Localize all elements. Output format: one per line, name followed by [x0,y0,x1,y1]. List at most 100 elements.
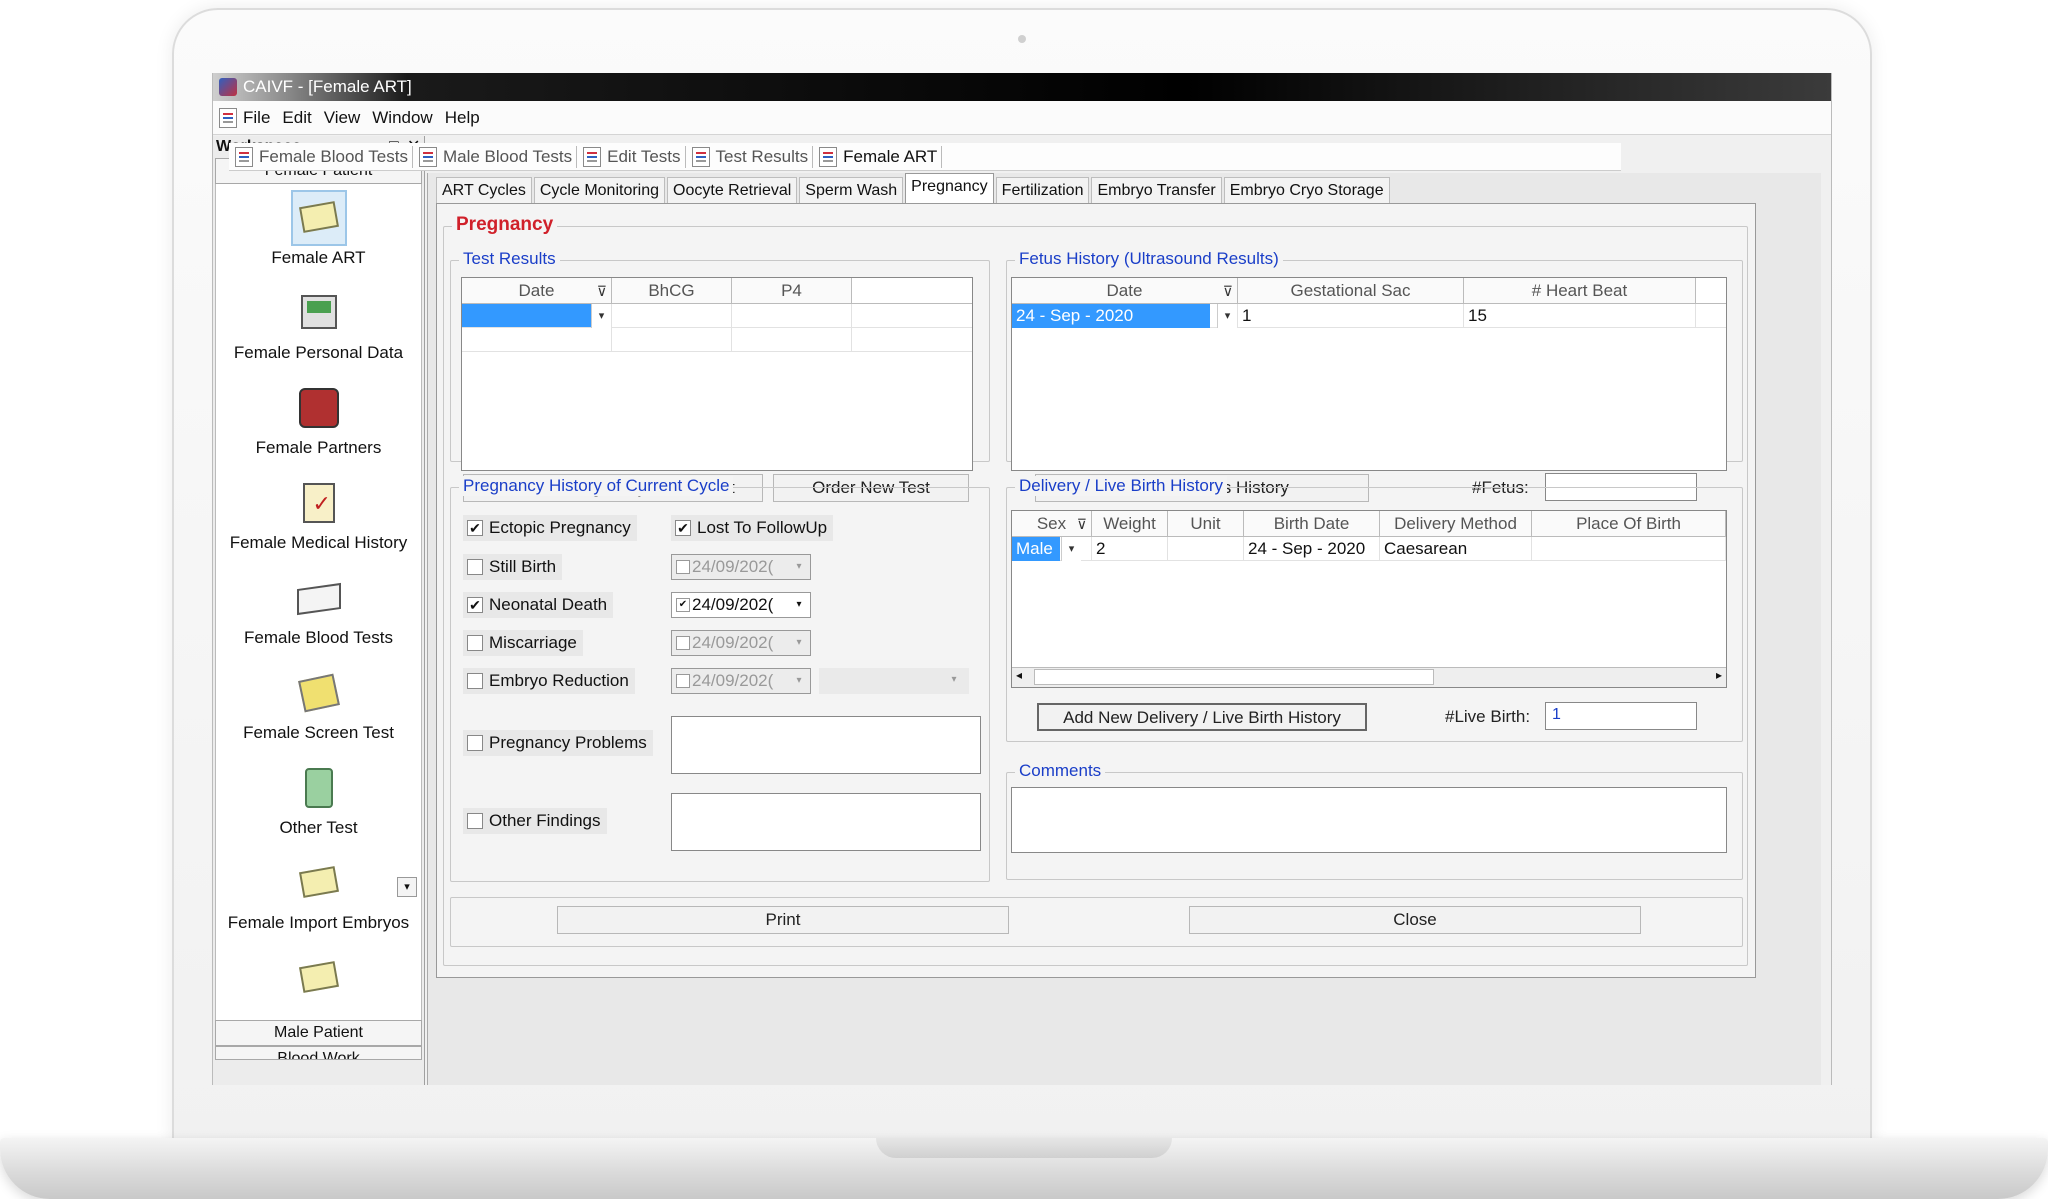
chevron-down-icon[interactable]: ▾ [790,672,808,690]
miscarriage-date-picker[interactable]: 24/09/202( ▾ [671,630,811,656]
module-test-results[interactable]: Test Results [686,145,814,168]
other-findings-input[interactable] [671,793,981,851]
embryo-reduction-checkbox[interactable]: Embryo Reduction [463,668,635,694]
tab-cycle-monitoring[interactable]: Cycle Monitoring [533,177,666,203]
workspace-item-partial[interactable] [216,944,421,1020]
group-male-patient[interactable]: Male Patient [215,1020,422,1046]
column-bhcg[interactable]: BhCG [612,278,732,303]
still-birth-date-picker[interactable]: 24/09/202( ▾ [671,554,811,580]
heart-beat-cell[interactable]: 15 [1464,304,1696,327]
date-cell[interactable]: ▾ [462,304,612,328]
menu-help[interactable]: Help [445,108,480,128]
chevron-down-icon[interactable]: ▾ [1217,304,1237,328]
column-delivery-method[interactable]: Delivery Method [1380,511,1532,536]
workspace-item-female-art[interactable]: Female ART [216,184,421,279]
tab-sperm-wash[interactable]: Sperm Wash [799,177,904,203]
column-birth-date[interactable]: Birth Date [1244,511,1380,536]
checkbox-icon[interactable] [676,636,690,650]
chevron-down-icon[interactable]: ▾ [790,634,808,652]
column-heart-beat[interactable]: # Heart Beat [1464,278,1696,303]
workspace-item-other-test[interactable]: Other Test [216,754,421,849]
delivery-grid[interactable]: Sex ⊽ Weight Unit Birth Date Delivery Me… [1011,510,1727,688]
delivery-method-cell[interactable]: Caesarean [1380,537,1532,560]
module-edit-tests[interactable]: Edit Tests [577,145,686,168]
menu-file[interactable]: File [243,108,270,128]
filter-icon[interactable]: ⊽ [1077,511,1087,537]
table-row[interactable]: 24 - Sep - 2020 ▾ 1 15 [1012,304,1726,328]
checkbox-icon[interactable]: ✔ [467,597,483,613]
gestational-sac-cell[interactable]: 1 [1238,304,1464,327]
sex-cell[interactable]: Male ▾ [1012,537,1092,561]
tab-embryo-transfer[interactable]: Embryo Transfer [1091,177,1222,203]
menu-window[interactable]: Window [372,108,432,128]
pregnancy-problems-checkbox[interactable]: Pregnancy Problems [463,730,653,756]
embryo-reduction-date-picker[interactable]: 24/09/202( ▾ [671,668,811,694]
scroll-right-icon[interactable]: ▸ [1716,668,1722,682]
module-female-art[interactable]: Female ART [813,145,943,168]
birth-date-cell[interactable]: 24 - Sep - 2020 [1244,537,1380,560]
embryo-reduction-count-select[interactable]: ▾ [819,668,969,694]
column-place-of-birth[interactable]: Place Of Birth [1532,511,1726,536]
window-titlebar[interactable]: CAIVF - [Female ART] [213,73,1831,101]
checkbox-icon[interactable] [467,635,483,651]
chevron-down-icon[interactable]: ▾ [790,596,808,614]
workspace-item-female-medical-history[interactable]: Female Medical History [216,469,421,564]
filter-icon[interactable]: ⊽ [1223,278,1233,304]
scroll-down-icon[interactable]: ▾ [397,877,417,897]
workspace-item-female-personal-data[interactable]: Female Personal Data [216,279,421,374]
column-unit[interactable]: Unit [1168,511,1244,536]
menu-edit[interactable]: Edit [282,108,311,128]
tab-oocyte-retrieval[interactable]: Oocyte Retrieval [667,177,798,203]
comments-input[interactable] [1011,787,1727,853]
checkbox-icon[interactable] [467,813,483,829]
date-cell[interactable]: 24 - Sep - 2020 ▾ [1012,304,1238,328]
add-delivery-button[interactable]: Add New Delivery / Live Birth History [1037,703,1367,731]
workspace-item-female-partners[interactable]: Female Partners [216,374,421,469]
checkbox-icon[interactable]: ✔ [676,598,690,612]
module-male-blood-tests[interactable]: Male Blood Tests [413,145,578,168]
tab-fertilization[interactable]: Fertilization [995,177,1090,203]
pregnancy-problems-input[interactable] [671,716,981,774]
checkbox-icon[interactable]: ✔ [467,520,483,536]
column-date[interactable]: Date ⊽ [1012,278,1238,303]
chevron-down-icon[interactable]: ▾ [591,304,611,328]
table-row[interactable]: Male ▾ 2 24 - Sep - 2020 Caesarean [1012,537,1726,561]
tab-pregnancy[interactable]: Pregnancy [905,173,994,203]
test-results-grid[interactable]: Date ⊽ BhCG P4 ▾ [461,277,973,471]
live-birth-count-input[interactable]: 1 [1545,702,1697,730]
column-sex[interactable]: Sex ⊽ [1012,511,1092,536]
checkbox-icon[interactable] [467,735,483,751]
group-blood-work[interactable]: Blood Work [215,1046,422,1060]
checkbox-icon[interactable] [676,674,690,688]
menu-view[interactable]: View [324,108,361,128]
scroll-left-icon[interactable]: ◂ [1016,668,1022,682]
neonatal-death-date-picker[interactable]: ✔ 24/09/202( ▾ [671,592,811,618]
column-p4[interactable]: P4 [732,278,852,303]
chevron-down-icon[interactable]: ▾ [1061,537,1081,561]
place-of-birth-cell[interactable] [1532,537,1726,560]
lost-to-followup-checkbox[interactable]: ✔ Lost To FollowUp [671,515,834,541]
chevron-down-icon[interactable]: ▾ [790,558,808,576]
unit-cell[interactable] [1168,537,1244,560]
ectopic-pregnancy-checkbox[interactable]: ✔ Ectopic Pregnancy [463,515,637,541]
scrollbar-thumb[interactable] [1034,669,1434,685]
neonatal-death-checkbox[interactable]: ✔ Neonatal Death [463,592,614,618]
column-gestational-sac[interactable]: Gestational Sac [1238,278,1464,303]
table-row[interactable]: ▾ [462,304,972,328]
module-female-blood-tests[interactable]: Female Blood Tests [229,145,413,168]
column-date[interactable]: Date ⊽ [462,278,612,303]
filter-icon[interactable]: ⊽ [597,278,607,304]
still-birth-checkbox[interactable]: Still Birth [463,554,563,580]
weight-cell[interactable]: 2 [1092,537,1168,560]
column-weight[interactable]: Weight [1092,511,1168,536]
other-findings-checkbox[interactable]: Other Findings [463,808,607,834]
workspace-item-female-blood-tests[interactable]: Female Blood Tests [216,564,421,659]
checkbox-icon[interactable] [467,673,483,689]
miscarriage-checkbox[interactable]: Miscarriage [463,630,583,656]
checkbox-icon[interactable] [676,560,690,574]
tab-embryo-cryo-storage[interactable]: Embryo Cryo Storage [1223,177,1390,203]
tab-art-cycles[interactable]: ART Cycles [436,177,532,203]
print-button[interactable]: Print [557,906,1009,934]
chevron-down-icon[interactable]: ▾ [945,671,963,689]
p4-cell[interactable] [732,304,852,327]
